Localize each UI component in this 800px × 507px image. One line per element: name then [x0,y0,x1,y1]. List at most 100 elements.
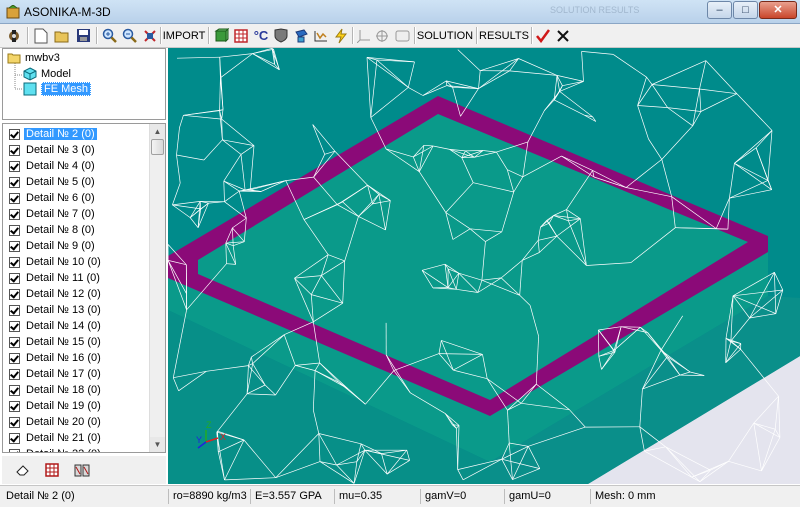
detail-list-item[interactable]: Detail № 21 (0) [3,430,153,446]
detail-list-item[interactable]: Detail № 9 (0) [3,238,153,254]
detail-checkbox[interactable] [9,176,20,188]
pan-button[interactable] [140,26,160,45]
detail-checkbox[interactable] [9,160,20,172]
open-folder-icon [54,31,69,42]
detail-checkbox[interactable] [9,432,20,444]
toolbar-separator [96,27,98,44]
detail-checkbox[interactable] [9,336,20,348]
detail-checkbox[interactable] [9,192,20,204]
results-button[interactable]: RESULTS [478,26,530,45]
zoom-out-button[interactable] [120,26,140,45]
eraser-button[interactable] [12,460,32,479]
detail-label: Detail № 14 (0) [26,320,101,332]
detail-checkbox[interactable] [9,224,20,236]
detail-list-item[interactable]: Detail № 8 (0) [3,222,153,238]
maximize-button[interactable]: □ [733,1,758,19]
detail-label: Detail № 12 (0) [26,288,101,300]
fe-mesh-viewport[interactable]: Y Z X [168,48,800,484]
detail-list-item[interactable]: Detail № 17 (0) [3,366,153,382]
detail-label: Detail № 16 (0) [26,352,101,364]
detail-label: Detail № 22 (0) [24,448,103,452]
clipboard-icon [74,464,90,476]
detail-label: Detail № 5 (0) [26,176,95,188]
detail-list-item[interactable]: Detail № 3 (0) [3,142,153,158]
temperature-button[interactable]: °C [251,26,271,45]
load-button[interactable] [311,26,331,45]
detail-list-item[interactable]: Detail № 20 (0) [3,414,153,430]
close-button[interactable]: ✕ [759,1,797,19]
cube-icon [23,67,37,81]
detail-list-item[interactable]: Detail № 16 (0) [3,350,153,366]
detail-list-item[interactable]: Detail № 2 (0) [3,126,153,142]
detail-list-item[interactable]: Detail № 15 (0) [3,334,153,350]
detail-list-item[interactable]: Detail № 4 (0) [3,158,153,174]
detail-checkbox[interactable] [9,256,20,268]
detail-checkbox[interactable] [9,400,20,412]
detail-list-item[interactable]: Detail № 6 (0) [3,190,153,206]
lightning-button[interactable] [331,26,351,45]
detail-checkbox[interactable] [9,208,20,220]
solid-view-button[interactable] [211,26,231,45]
detail-checkbox[interactable] [9,384,20,396]
main-toolbar: IMPORT °C SOLUTION RESULTS [0,24,800,48]
material-button[interactable] [271,26,291,45]
detail-list-item[interactable]: Detail № 11 (0) [3,270,153,286]
detail-checkbox[interactable] [9,416,20,428]
detail-checkbox[interactable] [9,352,20,364]
detail-list-item[interactable]: Detail № 19 (0) [3,398,153,414]
grid-table-button[interactable] [42,460,62,479]
toolbar-separator [208,27,210,44]
rectangle-button[interactable] [392,26,412,45]
open-button[interactable] [52,26,72,45]
detail-checkbox[interactable] [9,368,20,380]
axes-icon [357,29,370,43]
detail-checkbox[interactable] [9,272,20,284]
target-button[interactable] [373,26,391,45]
import-button[interactable]: IMPORT [162,26,206,45]
detail-list-item[interactable]: Detail № 12 (0) [3,286,153,302]
tree-root[interactable]: mwbv3 [7,51,60,65]
detail-checkbox[interactable] [9,320,20,332]
tree-item-fe-mesh[interactable]: FE Mesh [23,82,92,96]
accept-button[interactable] [534,26,552,45]
detail-checkbox[interactable] [9,288,20,300]
folder-icon [7,53,21,64]
fix-button[interactable] [291,26,311,45]
detail-label: Detail № 2 (0) [24,128,97,140]
detail-label: Detail № 11 (0) [26,272,100,284]
detail-checkbox[interactable] [9,448,20,452]
settings-icon [9,29,19,42]
status-mesh: Mesh: 0 mm [590,489,800,504]
detail-list-item[interactable]: Detail № 5 (0) [3,174,153,190]
left-panel-tools [2,456,166,484]
detail-list-item[interactable]: Detail № 22 (0) [3,446,153,452]
detail-label: Detail № 17 (0) [26,368,101,380]
save-button[interactable] [73,26,93,45]
detail-checkbox[interactable] [9,240,20,252]
solution-button[interactable]: SOLUTION [416,26,474,45]
cancel-icon [557,29,569,42]
detail-list-item[interactable]: Detail № 18 (0) [3,382,153,398]
tree-item-model[interactable]: Model [23,67,71,81]
detail-label: Detail № 3 (0) [26,144,95,156]
mesh-view-button[interactable] [231,26,251,45]
detail-list-item[interactable]: Detail № 7 (0) [3,206,153,222]
project-tree: mwbv3 Model FE Mesh [2,48,166,120]
detail-list-item[interactable]: Detail № 10 (0) [3,254,153,270]
detail-list-item[interactable]: Detail № 14 (0) [3,318,153,334]
axes-button[interactable] [355,26,373,45]
detail-list: ▲ ▼ Detail № 2 (0) Detail № 3 (0) Detail №… [2,123,166,453]
detail-checkbox[interactable] [9,128,20,140]
new-file-button[interactable] [31,26,51,45]
clipboard-button[interactable] [72,460,92,479]
detail-label: Detail № 8 (0) [26,224,95,236]
settings-button[interactable] [4,26,24,45]
minimize-button[interactable]: – [707,1,732,19]
detail-list-item[interactable]: Detail № 13 (0) [3,302,153,318]
zoom-in-button[interactable] [100,26,120,45]
pan-icon [144,29,156,42]
close-icon: ✕ [773,4,783,16]
cancel-button[interactable] [554,26,572,45]
detail-checkbox[interactable] [9,144,20,156]
detail-checkbox[interactable] [9,304,20,316]
